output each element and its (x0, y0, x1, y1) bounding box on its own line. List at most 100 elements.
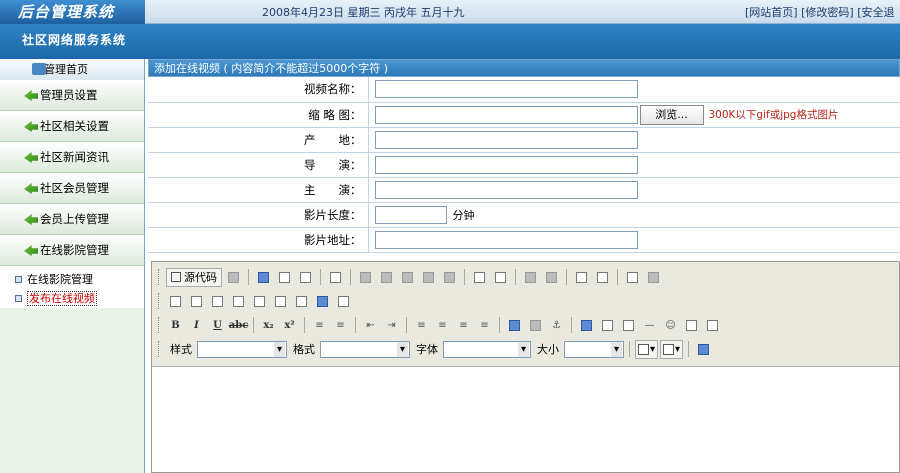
underline-icon[interactable]: U (208, 316, 227, 335)
image-button-icon[interactable] (313, 292, 332, 311)
strike-icon[interactable]: abc (229, 316, 249, 335)
unordered-list-icon[interactable]: ≡ (331, 316, 350, 335)
sidebar-home[interactable]: 管理首页 (0, 59, 144, 80)
change-password-link[interactable]: [修改密码] (801, 6, 854, 19)
toolbar-grip (158, 269, 162, 285)
toolbar-grip (158, 317, 162, 333)
bold-icon[interactable]: B (166, 316, 185, 335)
hidden-field-icon[interactable] (334, 292, 353, 311)
editor-content-area[interactable] (152, 367, 899, 472)
video-url-input[interactable] (374, 230, 638, 249)
director-label: 导 演： (148, 152, 369, 178)
length-unit: 分钟 (452, 208, 475, 222)
flash-icon[interactable] (598, 316, 617, 335)
page-break-icon[interactable] (703, 316, 722, 335)
image-icon[interactable] (577, 316, 596, 335)
arrow-icon (24, 245, 38, 256)
redo-icon[interactable] (542, 268, 561, 287)
panel-heading: 添加在线视频 ( 内容简介不能超过5000个字符 ) (148, 59, 900, 77)
style-select[interactable] (197, 340, 287, 358)
sidebar-item-label: 会员上传管理 (40, 212, 109, 226)
source-icon (171, 272, 181, 282)
preview-icon[interactable] (296, 268, 315, 287)
form-icon[interactable] (166, 292, 185, 311)
date-display: 2008年4月23日 星期三 丙戌年 五月十九 (262, 6, 465, 19)
spellcheck-icon[interactable] (491, 268, 510, 287)
textfield-icon[interactable] (229, 292, 248, 311)
select-field-icon[interactable] (271, 292, 290, 311)
text-color-icon (638, 343, 649, 355)
video-name-input[interactable] (374, 80, 638, 99)
origin-input[interactable] (374, 130, 638, 149)
banner: 社区网络服务系统 (0, 24, 900, 59)
align-justify-icon[interactable]: ≡ (475, 316, 494, 335)
sidebar: 管理首页 管理员设置 社区相关设置 社区新闻资讯 社区会员管理 会员上传管理 在… (0, 59, 145, 473)
submenu-publish-video[interactable]: 发布在线视频 (0, 289, 144, 308)
length-input[interactable] (374, 205, 447, 224)
sidebar-item-member-management[interactable]: 社区会员管理 (0, 173, 144, 204)
browse-button[interactable]: 浏览... (639, 104, 704, 125)
replace-icon[interactable] (593, 268, 612, 287)
cut-icon[interactable] (356, 268, 375, 287)
undo-icon[interactable] (521, 268, 540, 287)
smiley-icon[interactable]: ☺ (661, 316, 680, 335)
link-icon[interactable] (505, 316, 524, 335)
sidebar-item-label: 管理员设置 (40, 88, 98, 102)
paste-icon[interactable] (398, 268, 417, 287)
thumbnail-file-input[interactable] (374, 105, 638, 124)
paste-word-icon[interactable] (440, 268, 459, 287)
outdent-icon[interactable]: ⇤ (361, 316, 380, 335)
copy-icon[interactable] (377, 268, 396, 287)
save-icon[interactable] (224, 268, 243, 287)
remove-format-icon[interactable] (644, 268, 663, 287)
anchor-icon[interactable]: ⚓ (547, 316, 566, 335)
format-select[interactable] (320, 340, 410, 358)
star-label: 主 演： (148, 177, 369, 203)
indent-icon[interactable]: ⇥ (382, 316, 401, 335)
arrow-icon (24, 214, 38, 225)
sidebar-submenu: 在线影院管理 发布在线视频 (0, 266, 144, 308)
horizontal-rule-icon[interactable]: — (640, 316, 659, 335)
size-select[interactable] (564, 340, 624, 358)
save-doc-icon[interactable] (254, 268, 273, 287)
text-color-button[interactable]: ▾ (635, 339, 659, 359)
sidebar-item-community-settings[interactable]: 社区相关设置 (0, 111, 144, 142)
table-icon[interactable] (619, 316, 638, 335)
logout-link[interactable]: [安全退 (857, 6, 894, 19)
sidebar-item-label: 在线影院管理 (40, 243, 109, 257)
align-center-icon[interactable]: ≡ (433, 316, 452, 335)
sidebar-item-community-news[interactable]: 社区新闻资讯 (0, 142, 144, 173)
special-char-icon[interactable] (682, 316, 701, 335)
new-page-icon[interactable] (275, 268, 294, 287)
submenu-cinema-management[interactable]: 在线影院管理 (0, 270, 144, 289)
source-button[interactable]: 源代码 (166, 267, 222, 287)
radio-icon[interactable] (208, 292, 227, 311)
font-select[interactable] (443, 340, 531, 358)
templates-icon[interactable] (326, 268, 345, 287)
checkbox-icon[interactable] (187, 292, 206, 311)
director-input[interactable] (374, 155, 638, 174)
unlink-icon[interactable] (526, 316, 545, 335)
thumb-label: 缩 略 图： (148, 102, 369, 128)
print-icon[interactable] (470, 268, 489, 287)
maximize-icon[interactable] (694, 340, 713, 359)
italic-icon[interactable]: I (187, 316, 206, 335)
arrow-icon (24, 152, 38, 163)
ordered-list-icon[interactable]: ≡ (310, 316, 329, 335)
paste-text-icon[interactable] (419, 268, 438, 287)
superscript-icon[interactable]: x² (280, 316, 299, 335)
button-field-icon[interactable] (292, 292, 311, 311)
home-link[interactable]: [网站首页] (745, 6, 798, 19)
star-input[interactable] (374, 180, 638, 199)
sidebar-item-member-uploads[interactable]: 会员上传管理 (0, 204, 144, 235)
subscript-icon[interactable]: x₂ (259, 316, 278, 335)
sidebar-item-admin-settings[interactable]: 管理员设置 (0, 80, 144, 111)
align-left-icon[interactable]: ≡ (412, 316, 431, 335)
align-right-icon[interactable]: ≡ (454, 316, 473, 335)
sidebar-item-cinema-management[interactable]: 在线影院管理 (0, 235, 144, 266)
find-icon[interactable] (572, 268, 591, 287)
select-all-icon[interactable] (623, 268, 642, 287)
sidebar-item-label: 社区新闻资讯 (40, 150, 109, 164)
textarea-icon[interactable] (250, 292, 269, 311)
bg-color-button[interactable]: ▾ (660, 339, 684, 359)
